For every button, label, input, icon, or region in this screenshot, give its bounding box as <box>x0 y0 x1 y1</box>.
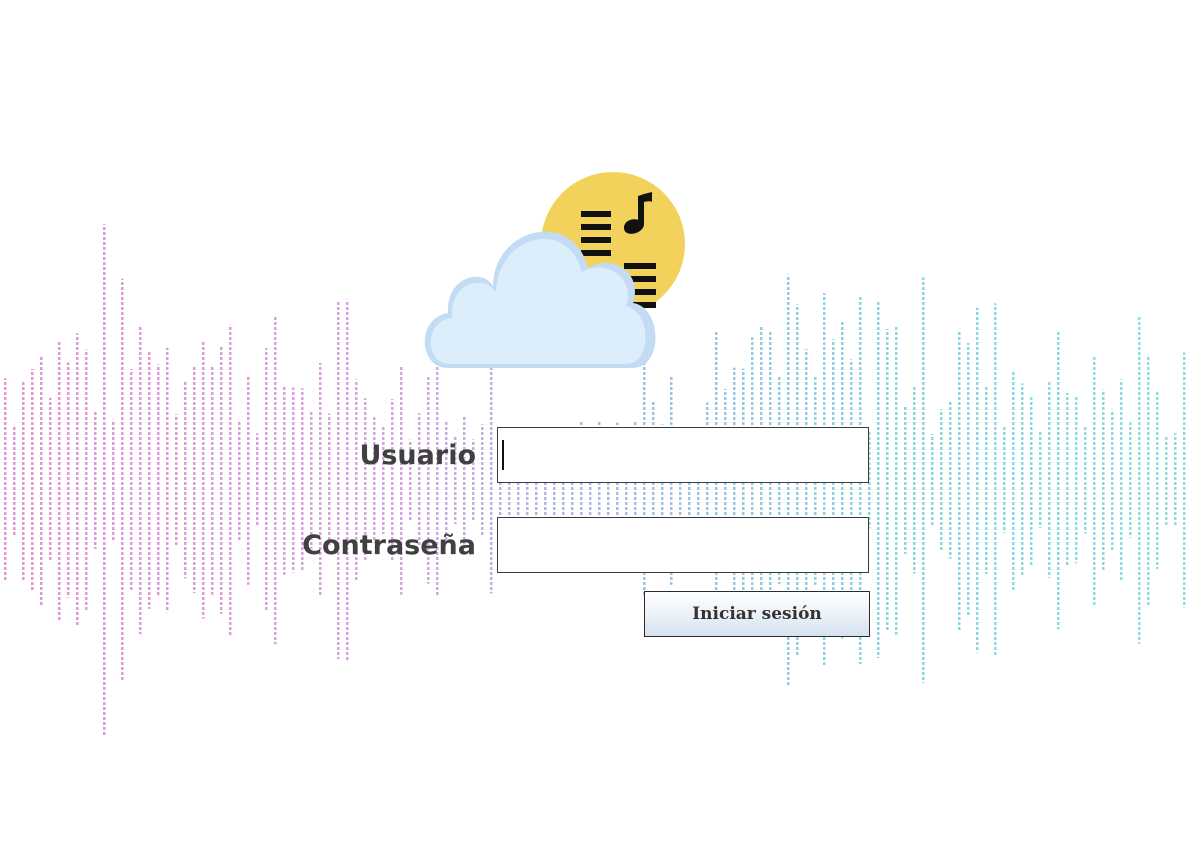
username-label: Usuario <box>359 440 476 471</box>
login-window: Usuario Contraseña Iniciar sesión <box>0 0 1190 850</box>
text-cursor <box>502 440 504 470</box>
password-input[interactable] <box>497 517 869 573</box>
username-input[interactable] <box>497 427 869 483</box>
password-label: Contraseña <box>302 530 476 561</box>
sound-wave-icon <box>4 224 1186 736</box>
login-button[interactable]: Iniciar sesión <box>644 591 870 637</box>
cloud-music-icon <box>424 172 685 368</box>
